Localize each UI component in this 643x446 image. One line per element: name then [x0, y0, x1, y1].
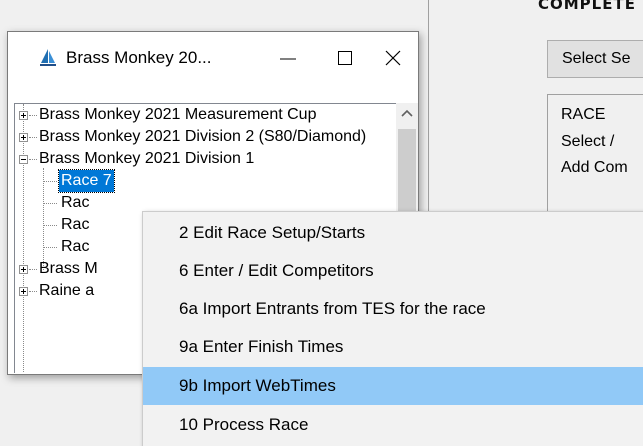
tree-connector	[43, 181, 57, 182]
background-add-label[interactable]: Add Com	[561, 159, 628, 177]
close-icon	[385, 50, 401, 66]
expand-icon[interactable]	[19, 265, 28, 274]
expand-icon[interactable]	[19, 287, 28, 296]
maximize-button[interactable]	[322, 32, 368, 85]
menu-item-import-webtimes[interactable]: 9b Import WebTimes	[143, 367, 643, 405]
context-menu: 2 Edit Race Setup/Starts 6 Enter / Edit …	[142, 211, 643, 446]
tree-connector	[43, 247, 57, 248]
close-button[interactable]	[370, 32, 416, 85]
menu-item-edit-competitors[interactable]: 6 Enter / Edit Competitors	[143, 252, 643, 290]
background-divider	[428, 0, 429, 240]
title-bar[interactable]: Brass Monkey 20...	[8, 32, 418, 85]
minimize-icon	[280, 58, 296, 60]
tree-connector	[29, 291, 37, 292]
expand-icon[interactable]	[19, 111, 28, 120]
menu-item-process-race[interactable]: 10 Process Race	[143, 406, 643, 444]
tree-connector	[29, 137, 37, 138]
menu-item-edit-race-setup[interactable]: 2 Edit Race Setup/Starts	[143, 214, 643, 252]
tree-item-race[interactable]: Rac	[61, 192, 89, 214]
expand-icon[interactable]	[19, 133, 28, 142]
tree-item-division-1[interactable]: Brass Monkey 2021 Division 1	[39, 148, 254, 170]
tree-connector	[29, 115, 37, 116]
tree-item-race-7[interactable]: Race 7	[58, 169, 115, 193]
tree-root-line	[23, 104, 24, 372]
collapse-icon[interactable]	[19, 155, 28, 164]
maximize-icon	[338, 51, 352, 65]
background-select-button[interactable]: Select Se	[547, 40, 643, 78]
background-race-label: RACE	[561, 106, 606, 123]
tree-item-brass-monkey[interactable]: Brass M	[39, 258, 98, 280]
menu-item-import-entrants[interactable]: 6a Import Entrants from TES for the race	[143, 290, 643, 328]
background-heading: COMPLETE	[538, 0, 636, 12]
menu-item-enter-finish-times[interactable]: 9a Enter Finish Times	[143, 328, 643, 366]
tree-connector	[29, 269, 37, 270]
tree-child-line	[43, 168, 44, 270]
sailboat-icon	[40, 49, 56, 66]
tree-item-raine[interactable]: Raine a	[39, 280, 94, 302]
tree-item-measurement-cup[interactable]: Brass Monkey 2021 Measurement Cup	[39, 104, 316, 126]
tree-connector	[43, 225, 57, 226]
window-title: Brass Monkey 20...	[66, 48, 212, 67]
tree-item-race[interactable]: Rac	[61, 214, 89, 236]
tree-item-race[interactable]: Rac	[61, 236, 89, 258]
scroll-up-button[interactable]	[396, 103, 418, 125]
tree-connector	[43, 203, 57, 204]
tree-connector	[29, 159, 37, 160]
minimize-button[interactable]	[265, 32, 311, 85]
background-select-label[interactable]: Select /	[561, 133, 614, 151]
tree-item-division-2[interactable]: Brass Monkey 2021 Division 2 (S80/Diamon…	[39, 126, 366, 148]
chevron-up-icon	[401, 109, 413, 117]
